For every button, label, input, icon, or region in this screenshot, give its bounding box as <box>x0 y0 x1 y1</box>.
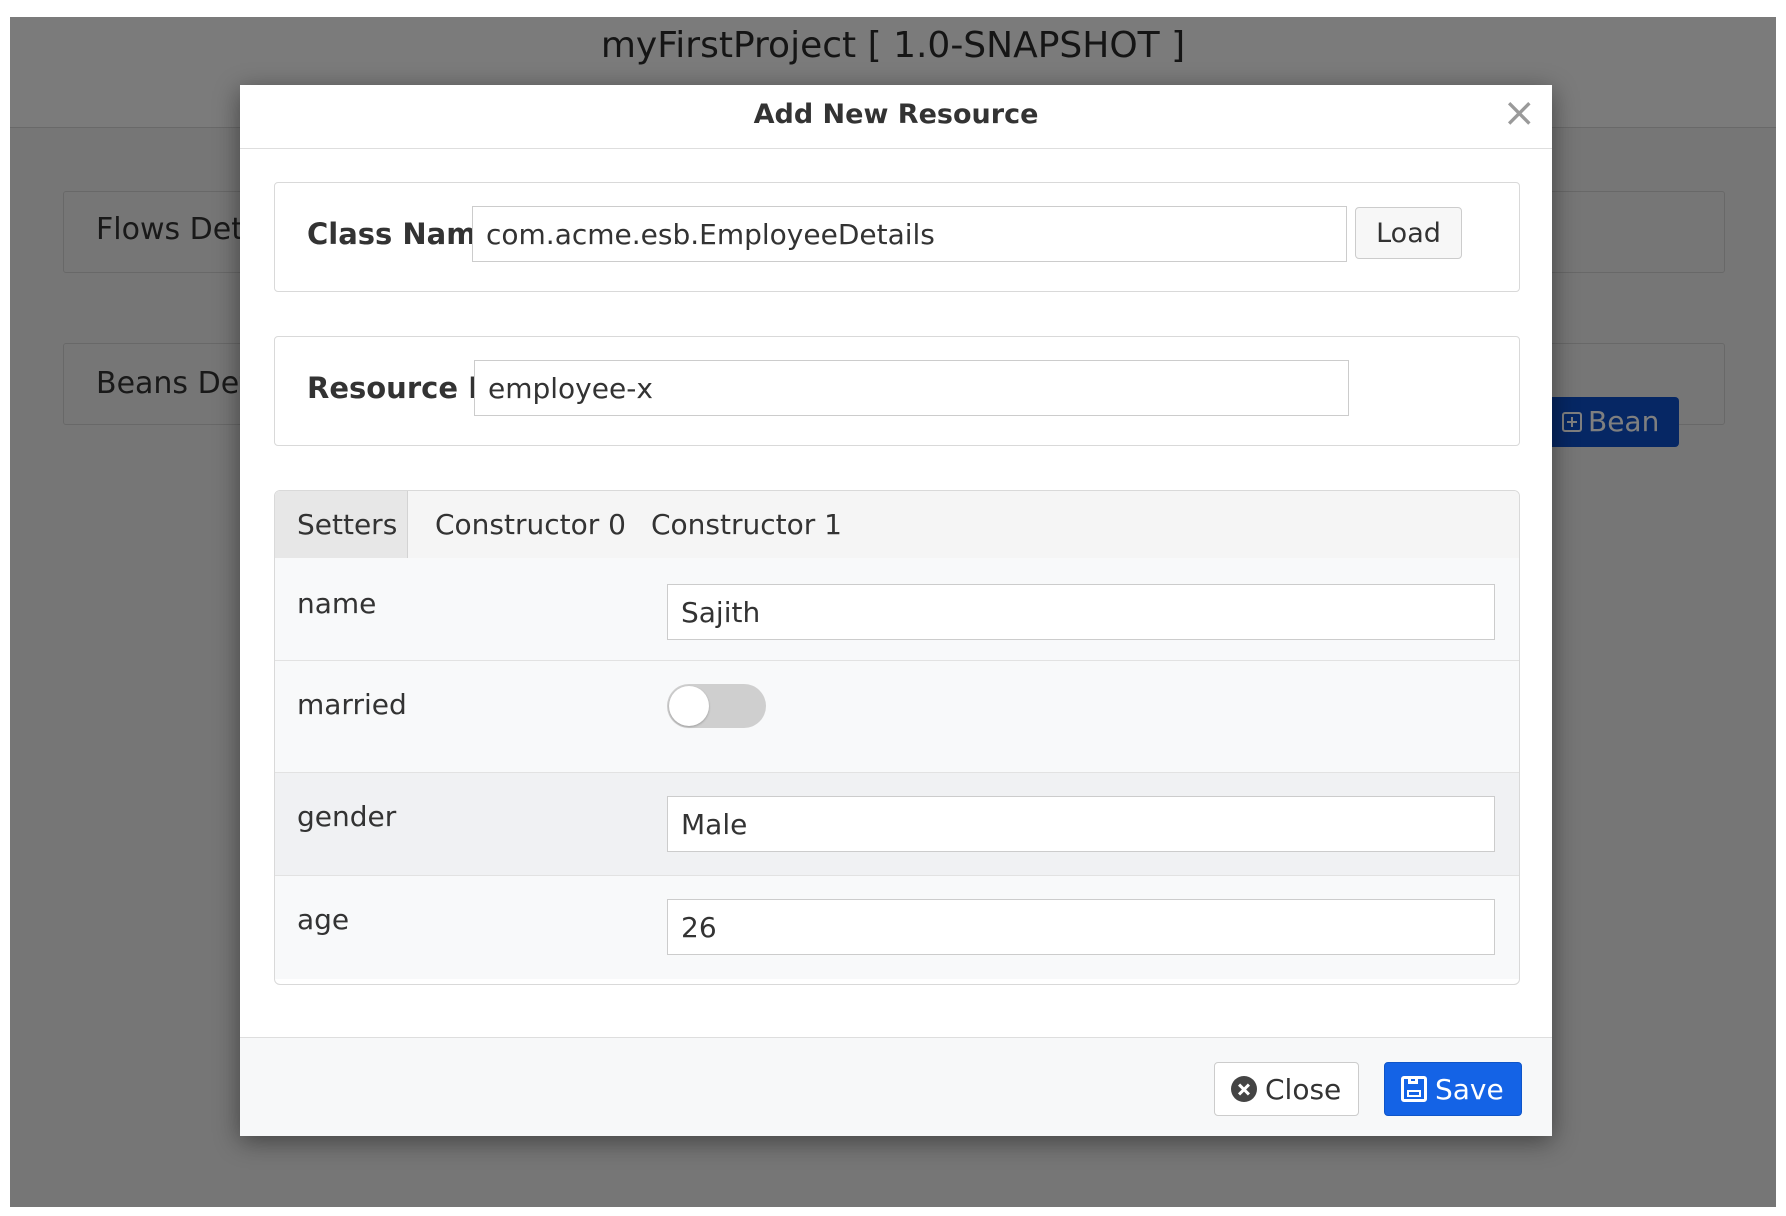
married-toggle[interactable] <box>667 684 766 728</box>
close-circle-icon <box>1231 1076 1257 1102</box>
constructor-tabs-card: Setters Constructor 0 Constructor 1 name… <box>274 490 1520 985</box>
modal-header: Add New Resource × <box>240 85 1552 149</box>
age-input[interactable] <box>667 899 1495 955</box>
save-button-label: Save <box>1435 1072 1504 1106</box>
setter-label-age: age <box>297 903 350 936</box>
save-icon <box>1401 1076 1427 1102</box>
gender-input[interactable] <box>667 796 1495 852</box>
setter-label-married: married <box>297 688 407 721</box>
modal-footer: Close Save <box>240 1037 1552 1136</box>
setter-label-name: name <box>297 587 377 620</box>
resource-id-input[interactable] <box>474 360 1349 416</box>
setter-row-gender: gender <box>275 773 1519 876</box>
class-name-section: Class Name: Load <box>274 182 1520 292</box>
name-input[interactable] <box>667 584 1495 640</box>
tab-constructor-0[interactable]: Constructor 0 <box>413 491 648 558</box>
setter-row-married: married <box>275 661 1519 773</box>
setter-row-name: name <box>275 558 1519 661</box>
setter-row-age: age <box>275 876 1519 979</box>
close-x-icon[interactable]: × <box>1502 91 1536 135</box>
save-button[interactable]: Save <box>1384 1062 1522 1116</box>
resource-id-section: Resource ID: <box>274 336 1520 446</box>
toggle-knob <box>669 686 709 726</box>
tab-bar: Setters Constructor 0 Constructor 1 <box>275 491 1519 559</box>
tab-setters[interactable]: Setters <box>275 491 408 558</box>
setter-label-gender: gender <box>297 800 397 833</box>
class-name-input[interactable] <box>472 206 1347 262</box>
close-button[interactable]: Close <box>1214 1062 1359 1116</box>
modal-title: Add New Resource <box>753 99 1039 130</box>
add-resource-modal: Add New Resource × Class Name: Load Reso… <box>240 85 1552 1136</box>
close-button-label: Close <box>1265 1072 1342 1106</box>
load-button[interactable]: Load <box>1355 207 1462 259</box>
tab-constructor-1[interactable]: Constructor 1 <box>629 491 864 558</box>
